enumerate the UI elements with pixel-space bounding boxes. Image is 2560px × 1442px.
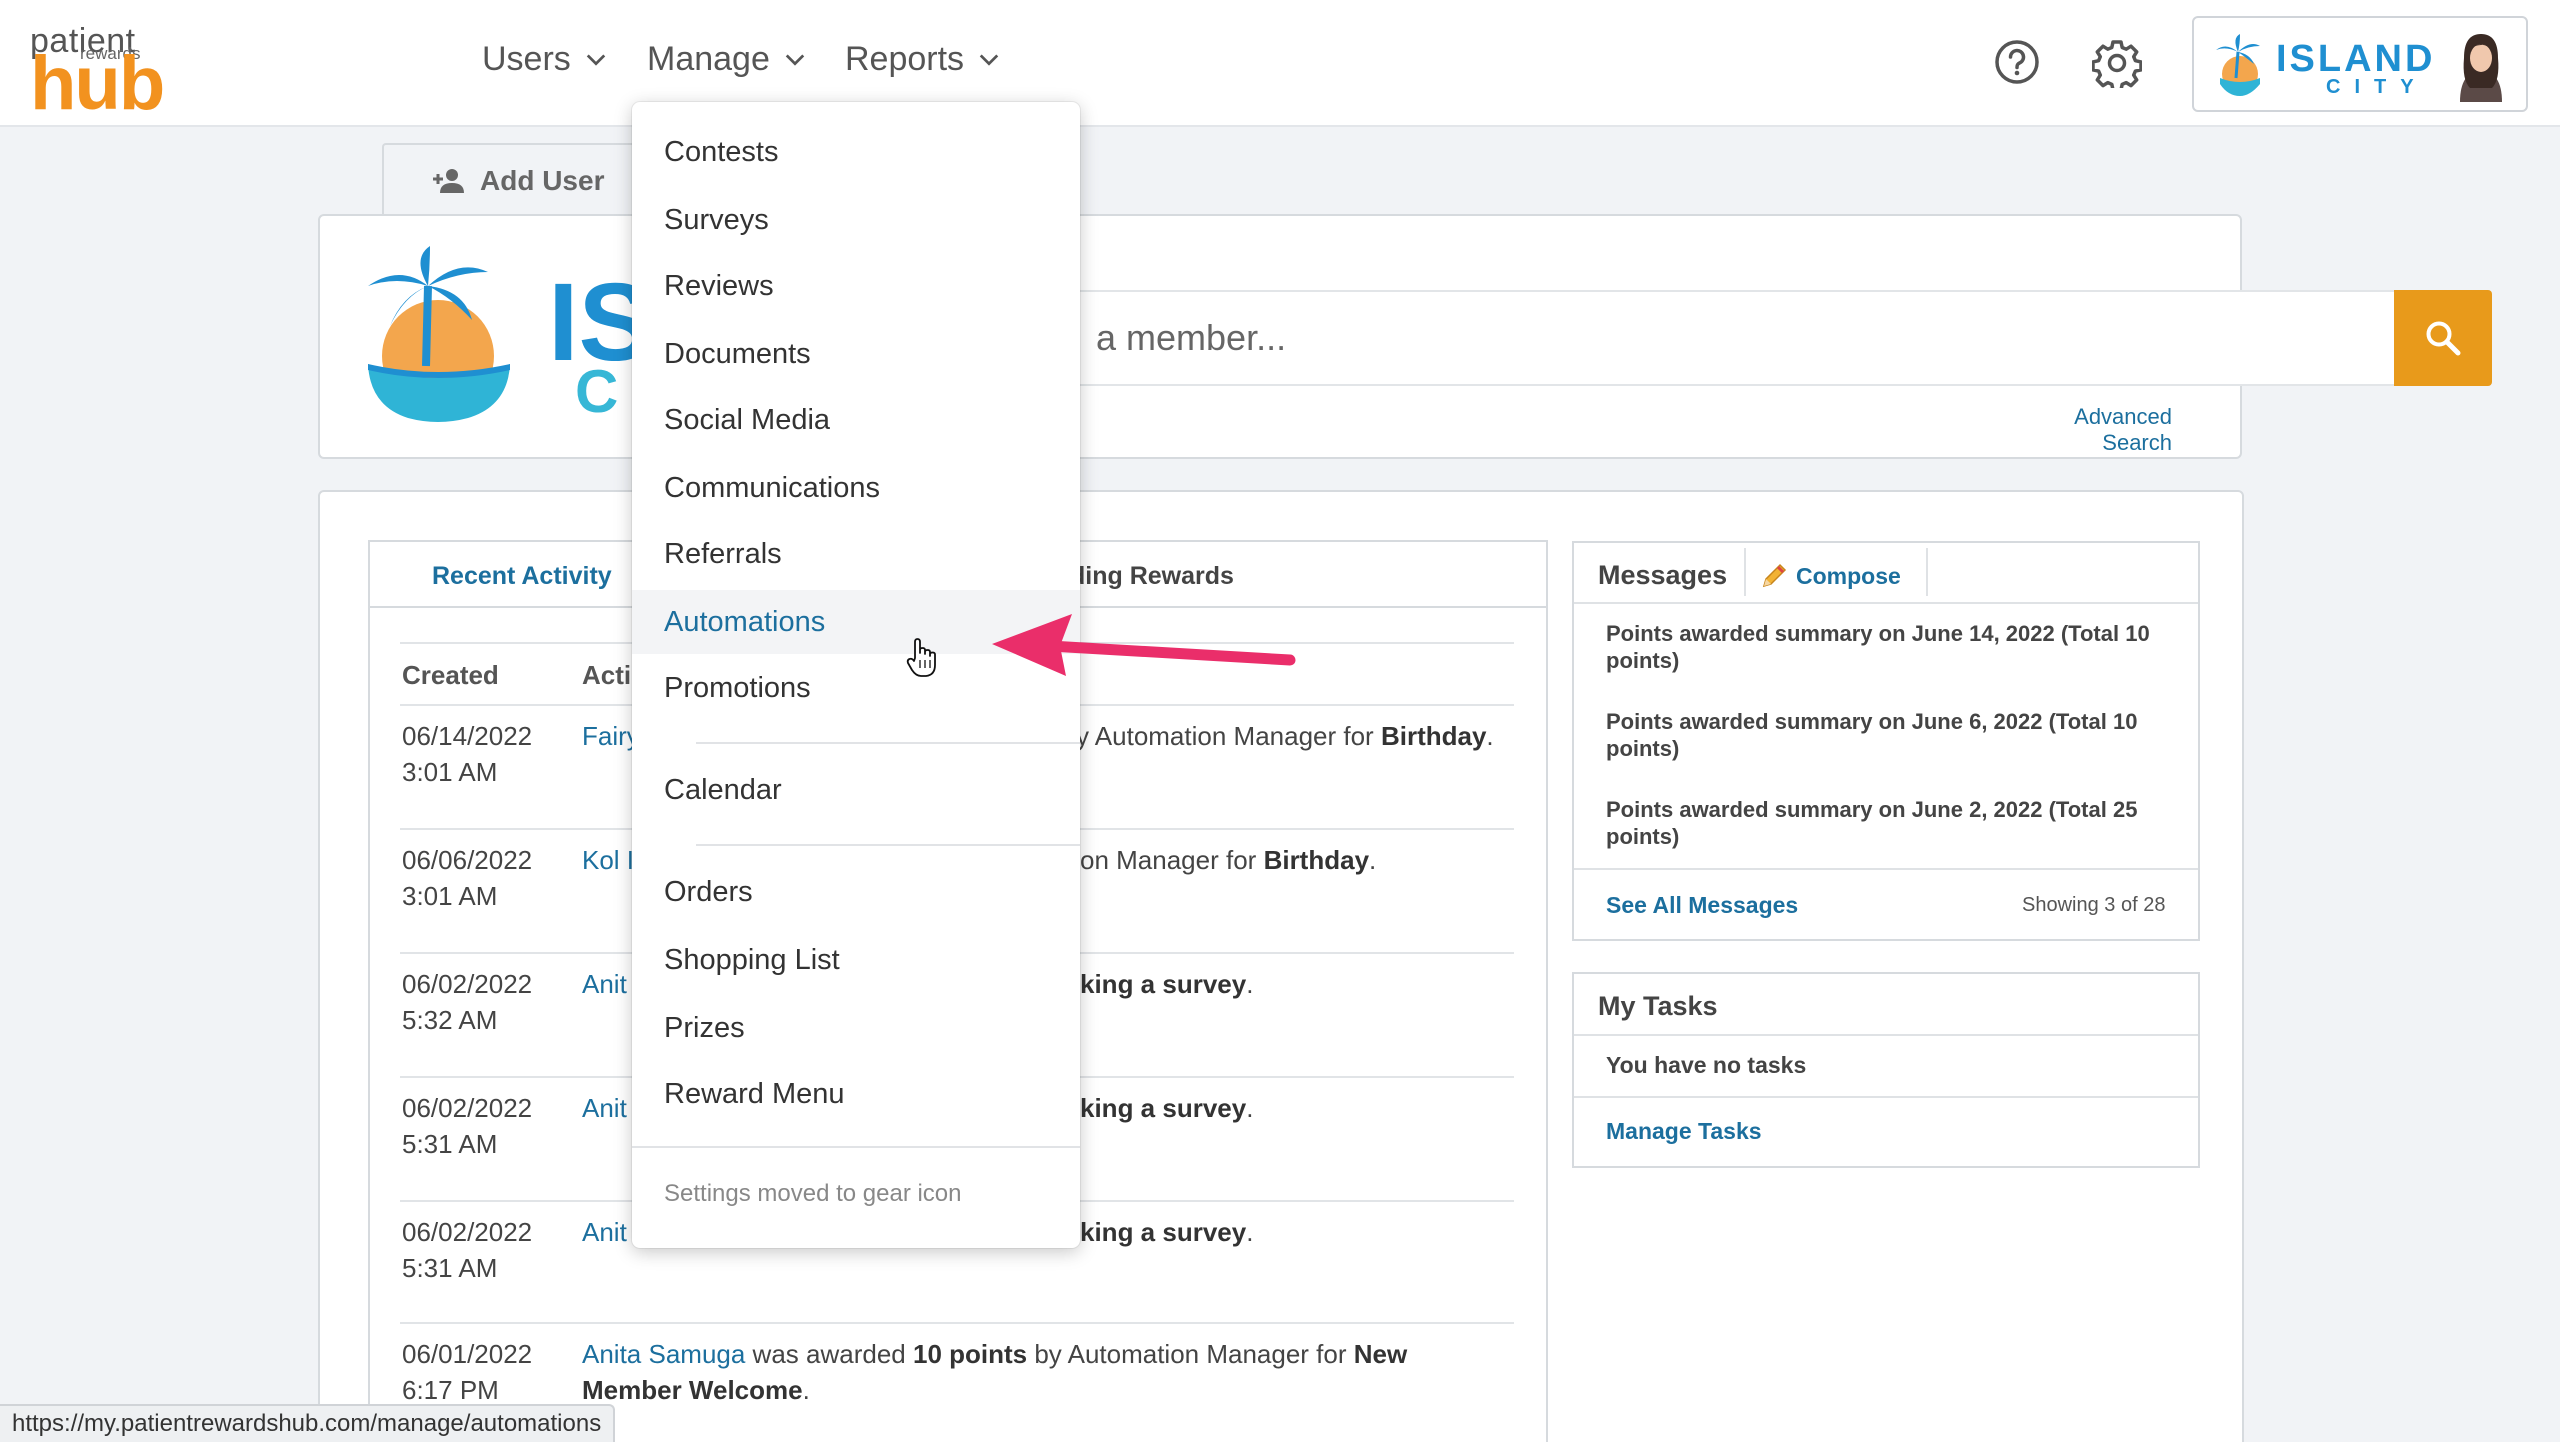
menu-item-prizes[interactable]: Prizes xyxy=(632,996,1080,1060)
manage-tasks-link[interactable]: Manage Tasks xyxy=(1606,1118,1762,1145)
menu-item-referrals[interactable]: Referrals xyxy=(632,522,1080,586)
menu-divider xyxy=(696,742,1080,744)
row-date: 06/02/2022 5:31 AM xyxy=(402,1093,533,1159)
compose-button[interactable]: Compose xyxy=(1758,560,1901,592)
divider xyxy=(1574,1034,2198,1036)
member-search-input[interactable] xyxy=(1072,290,2396,386)
chevron-down-icon xyxy=(586,53,606,66)
island-logo-icon xyxy=(2216,34,2260,96)
row-date: 06/06/2022 3:01 AM xyxy=(402,845,533,911)
island-city-large-logo xyxy=(368,246,510,422)
nav-manage-label: Manage xyxy=(647,40,770,78)
top-navbar: patient rewards hub Users Manage Reports… xyxy=(0,0,2560,127)
chevron-down-icon xyxy=(979,53,999,66)
row-activity-text: y Automation Manager for Birthday. xyxy=(1076,721,1494,751)
message-item[interactable]: Points awarded summary on June 6, 2022 (… xyxy=(1606,708,2176,762)
tab-add-user[interactable]: Add User xyxy=(382,143,652,216)
member-link[interactable]: Anita Samuga xyxy=(582,1339,745,1369)
divider xyxy=(1744,548,1746,596)
messages-title: Messages xyxy=(1598,560,1728,590)
menu-item-communications[interactable]: Communications xyxy=(632,456,1080,520)
see-all-messages-link[interactable]: See All Messages xyxy=(1606,892,1798,919)
nav-reports[interactable]: Reports xyxy=(845,40,1000,79)
tasks-empty-text: You have no tasks xyxy=(1606,1052,1807,1078)
tasks-title: My Tasks xyxy=(1598,991,1718,1021)
member-link[interactable]: Anit xyxy=(582,1093,627,1123)
pencil-icon xyxy=(1762,563,1787,588)
menu-item-calendar[interactable]: Calendar xyxy=(632,758,1080,822)
member-link[interactable]: Anit xyxy=(582,1217,627,1247)
org-logo-subtext: C xyxy=(575,358,619,425)
help-circle-icon[interactable] xyxy=(1993,38,2041,86)
member-link[interactable]: Anit xyxy=(582,969,627,999)
menu-item-social-media[interactable]: Social Media xyxy=(632,388,1080,452)
organization-switcher[interactable]: ISLAND CITY xyxy=(2192,16,2528,112)
org-name-line2: CITY xyxy=(2326,76,2428,98)
menu-item-documents[interactable]: Documents xyxy=(632,322,1080,386)
org-name-line1: ISLAND xyxy=(2276,38,2436,80)
member-link[interactable]: Kol I xyxy=(582,845,634,875)
avatar[interactable] xyxy=(2446,28,2516,102)
annotation-arrow-icon xyxy=(992,614,1296,676)
hand-cursor-icon xyxy=(906,638,936,677)
divider xyxy=(1926,548,1928,596)
tab-pending-rewards[interactable]: ding Rewards xyxy=(1070,562,1234,591)
nav-users-label: Users xyxy=(482,40,571,78)
row-activity-text: king a survey. xyxy=(1080,1217,1254,1247)
divider xyxy=(1574,602,2198,604)
menu-item-shopping-list[interactable]: Shopping List xyxy=(632,928,1080,992)
row-date: 06/01/2022 6:17 PM xyxy=(402,1339,533,1405)
compose-label: Compose xyxy=(1796,562,1901,589)
member-search-panel: IS C xyxy=(318,214,2492,459)
row-activity-text: king a survey. xyxy=(1080,1093,1254,1123)
row-date: 06/14/2022 3:01 AM xyxy=(402,721,533,787)
row-date: 06/02/2022 5:31 AM xyxy=(402,1217,533,1283)
messages-count: Showing 3 of 28 xyxy=(2022,894,2166,916)
browser-status-url: https://my.patientrewardshub.com/manage/… xyxy=(0,1404,616,1442)
divider xyxy=(1574,1096,2198,1098)
row-activity-text: on Manager for Birthday. xyxy=(1080,845,1377,875)
add-user-label: Add User xyxy=(480,164,605,196)
menu-item-reward-menu[interactable]: Reward Menu xyxy=(632,1062,1080,1126)
tab-recent-activity[interactable]: Recent Activity xyxy=(432,562,612,591)
menu-item-surveys[interactable]: Surveys xyxy=(632,188,1080,252)
column-header-activity: Acti xyxy=(582,660,632,690)
menu-item-contests[interactable]: Contests xyxy=(632,120,1080,184)
chevron-down-icon xyxy=(785,53,805,66)
message-item[interactable]: Points awarded summary on June 14, 2022 … xyxy=(1606,620,2176,674)
patient-rewards-hub-logo[interactable]: patient rewards hub xyxy=(30,22,165,122)
message-item[interactable]: Points awarded summary on June 2, 2022 (… xyxy=(1606,796,2176,850)
nav-manage[interactable]: Manage xyxy=(647,40,806,79)
menu-settings-note: Settings moved to gear icon xyxy=(664,1180,962,1207)
column-header-created: Created xyxy=(402,660,499,690)
row-activity: Anita Samuga was awarded 10 points by Au… xyxy=(582,1339,1408,1405)
divider xyxy=(1574,868,2198,870)
nav-users[interactable]: Users xyxy=(482,40,607,79)
menu-divider xyxy=(632,1146,1080,1148)
row-activity-text: king a survey. xyxy=(1080,969,1254,999)
search-button[interactable] xyxy=(2394,290,2492,386)
nav-reports-label: Reports xyxy=(845,40,965,78)
search-icon xyxy=(2426,321,2461,356)
menu-item-reviews[interactable]: Reviews xyxy=(632,254,1080,318)
advanced-search-link[interactable]: Advanced Search xyxy=(2004,404,2172,456)
menu-divider xyxy=(696,844,1080,846)
menu-item-orders[interactable]: Orders xyxy=(632,860,1080,924)
logo-text-hub: hub xyxy=(30,41,165,126)
add-user-icon xyxy=(433,168,464,193)
gear-icon[interactable] xyxy=(2092,38,2142,88)
row-date: 06/02/2022 5:32 AM xyxy=(402,969,533,1035)
